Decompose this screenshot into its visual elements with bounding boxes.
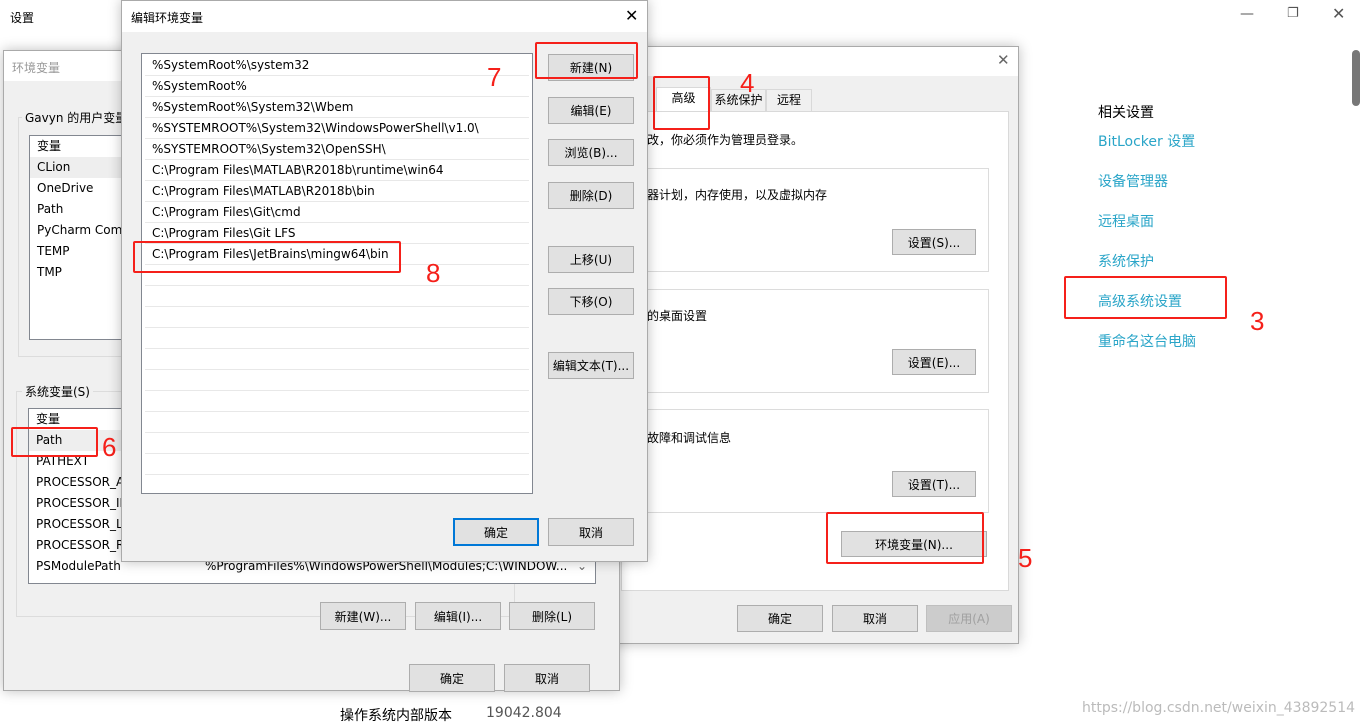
cancel-button[interactable]: 取消	[832, 605, 918, 632]
link-remote-desktop[interactable]: 远程桌面	[1098, 211, 1154, 231]
move-up-button[interactable]: 上移(U)	[548, 246, 634, 273]
system-vars-group-label: 系统变量(S)	[22, 383, 93, 400]
close-button[interactable]: ✕	[625, 6, 638, 25]
delete-system-var-button[interactable]: 删除(L)	[509, 602, 595, 630]
apply-button[interactable]: 应用(A)	[926, 605, 1012, 632]
close-button[interactable]: ✕	[1332, 4, 1345, 23]
settings-title: 设置	[10, 11, 35, 25]
empty-row[interactable]	[145, 391, 529, 412]
link-device-manager[interactable]: 设备管理器	[1098, 171, 1168, 191]
tab-remote[interactable]: 远程	[766, 89, 812, 111]
move-down-button[interactable]: 下移(O)	[548, 288, 634, 315]
restore-button[interactable]: ❐	[1287, 6, 1299, 21]
performance-settings-button[interactable]: 设置(S)...	[892, 229, 976, 255]
ok-button[interactable]: 确定	[737, 605, 823, 632]
red-box-3	[1064, 276, 1227, 319]
list-item[interactable]: %SystemRoot%\system32	[145, 55, 529, 76]
scrollbar[interactable]	[1352, 50, 1360, 106]
edit-text-button[interactable]: 编辑文本(T)...	[548, 352, 634, 379]
annotation-3: 3	[1250, 306, 1265, 336]
browse-button[interactable]: 浏览(B)...	[548, 139, 634, 166]
admin-notice: 更改，你必须作为管理员登录。	[635, 133, 804, 147]
red-box-5	[826, 512, 984, 564]
empty-row[interactable]	[145, 370, 529, 391]
red-box-7	[535, 42, 638, 79]
close-button[interactable]: ✕	[997, 51, 1010, 69]
startup-settings-button[interactable]: 设置(T)...	[892, 471, 976, 497]
list-item[interactable]: C:\Program Files\Git\cmd	[145, 202, 529, 223]
edit-system-var-button[interactable]: 编辑(I)...	[415, 602, 501, 630]
list-item[interactable]: %SystemRoot%\System32\Wbem	[145, 97, 529, 118]
ok-button[interactable]: 确定	[453, 518, 539, 546]
link-system-protection[interactable]: 系统保护	[1098, 251, 1154, 271]
empty-row[interactable]	[145, 412, 529, 433]
empty-row[interactable]	[145, 328, 529, 349]
list-item[interactable]: %SYSTEMROOT%\System32\OpenSSH\	[145, 139, 529, 160]
red-box-6	[11, 427, 98, 457]
list-item[interactable]: C:\Program Files\MATLAB\R2018b\bin	[145, 181, 529, 202]
user-vars-group-label: Gavyn 的用户变量	[22, 109, 131, 126]
tab-system-protection[interactable]: 系统保护	[711, 89, 766, 111]
performance-desc: 理器计划，内存使用，以及虚拟内存	[635, 188, 828, 202]
ok-button[interactable]: 确定	[409, 664, 495, 692]
delete-entry-button[interactable]: 删除(D)	[548, 182, 634, 209]
empty-row[interactable]	[145, 286, 529, 307]
minimize-button[interactable]: —	[1240, 6, 1254, 22]
cancel-button[interactable]: 取消	[504, 664, 590, 692]
annotation-7: 7	[487, 62, 502, 92]
startup-desc: 统故障和调试信息	[635, 431, 732, 445]
path-entries-list[interactable]: %SystemRoot%\system32 %SystemRoot% %Syst…	[141, 53, 533, 494]
annotation-5: 5	[1018, 543, 1033, 573]
empty-row[interactable]	[145, 349, 529, 370]
link-rename-pc[interactable]: 重命名这台电脑	[1098, 331, 1196, 351]
new-system-var-button[interactable]: 新建(W)...	[320, 602, 406, 630]
annotation-8: 8	[426, 258, 441, 288]
os-build-label: 操作系统内部版本	[340, 708, 452, 724]
annotation-4: 4	[740, 68, 755, 98]
empty-row[interactable]	[145, 454, 529, 475]
watermark: https://blog.csdn.net/weixin_43892514	[1082, 700, 1356, 716]
empty-row[interactable]	[145, 307, 529, 328]
empty-row[interactable]	[145, 433, 529, 454]
annotation-6: 6	[102, 432, 117, 462]
red-box-4	[653, 76, 710, 130]
list-item[interactable]: C:\Program Files\MATLAB\R2018b\runtime\w…	[145, 160, 529, 181]
dialog-title: 环境变量	[12, 61, 61, 75]
list-item[interactable]: %SystemRoot%	[145, 76, 529, 97]
cancel-button[interactable]: 取消	[548, 518, 634, 546]
profile-settings-button[interactable]: 设置(E)...	[892, 349, 976, 375]
link-bitlocker[interactable]: BitLocker 设置	[1098, 131, 1195, 151]
edit-entry-button[interactable]: 编辑(E)	[548, 97, 634, 124]
dialog-title: 编辑环境变量	[131, 11, 204, 25]
red-box-8	[133, 241, 401, 273]
list-item[interactable]: %SYSTEMROOT%\System32\WindowsPowerShell\…	[145, 118, 529, 139]
related-settings-heading: 相关设置	[1098, 105, 1154, 121]
edit-environment-variable-dialog: 编辑环境变量 ✕ %SystemRoot%\system32 %SystemRo…	[121, 0, 648, 562]
os-build-value: 19042.804	[486, 705, 562, 721]
